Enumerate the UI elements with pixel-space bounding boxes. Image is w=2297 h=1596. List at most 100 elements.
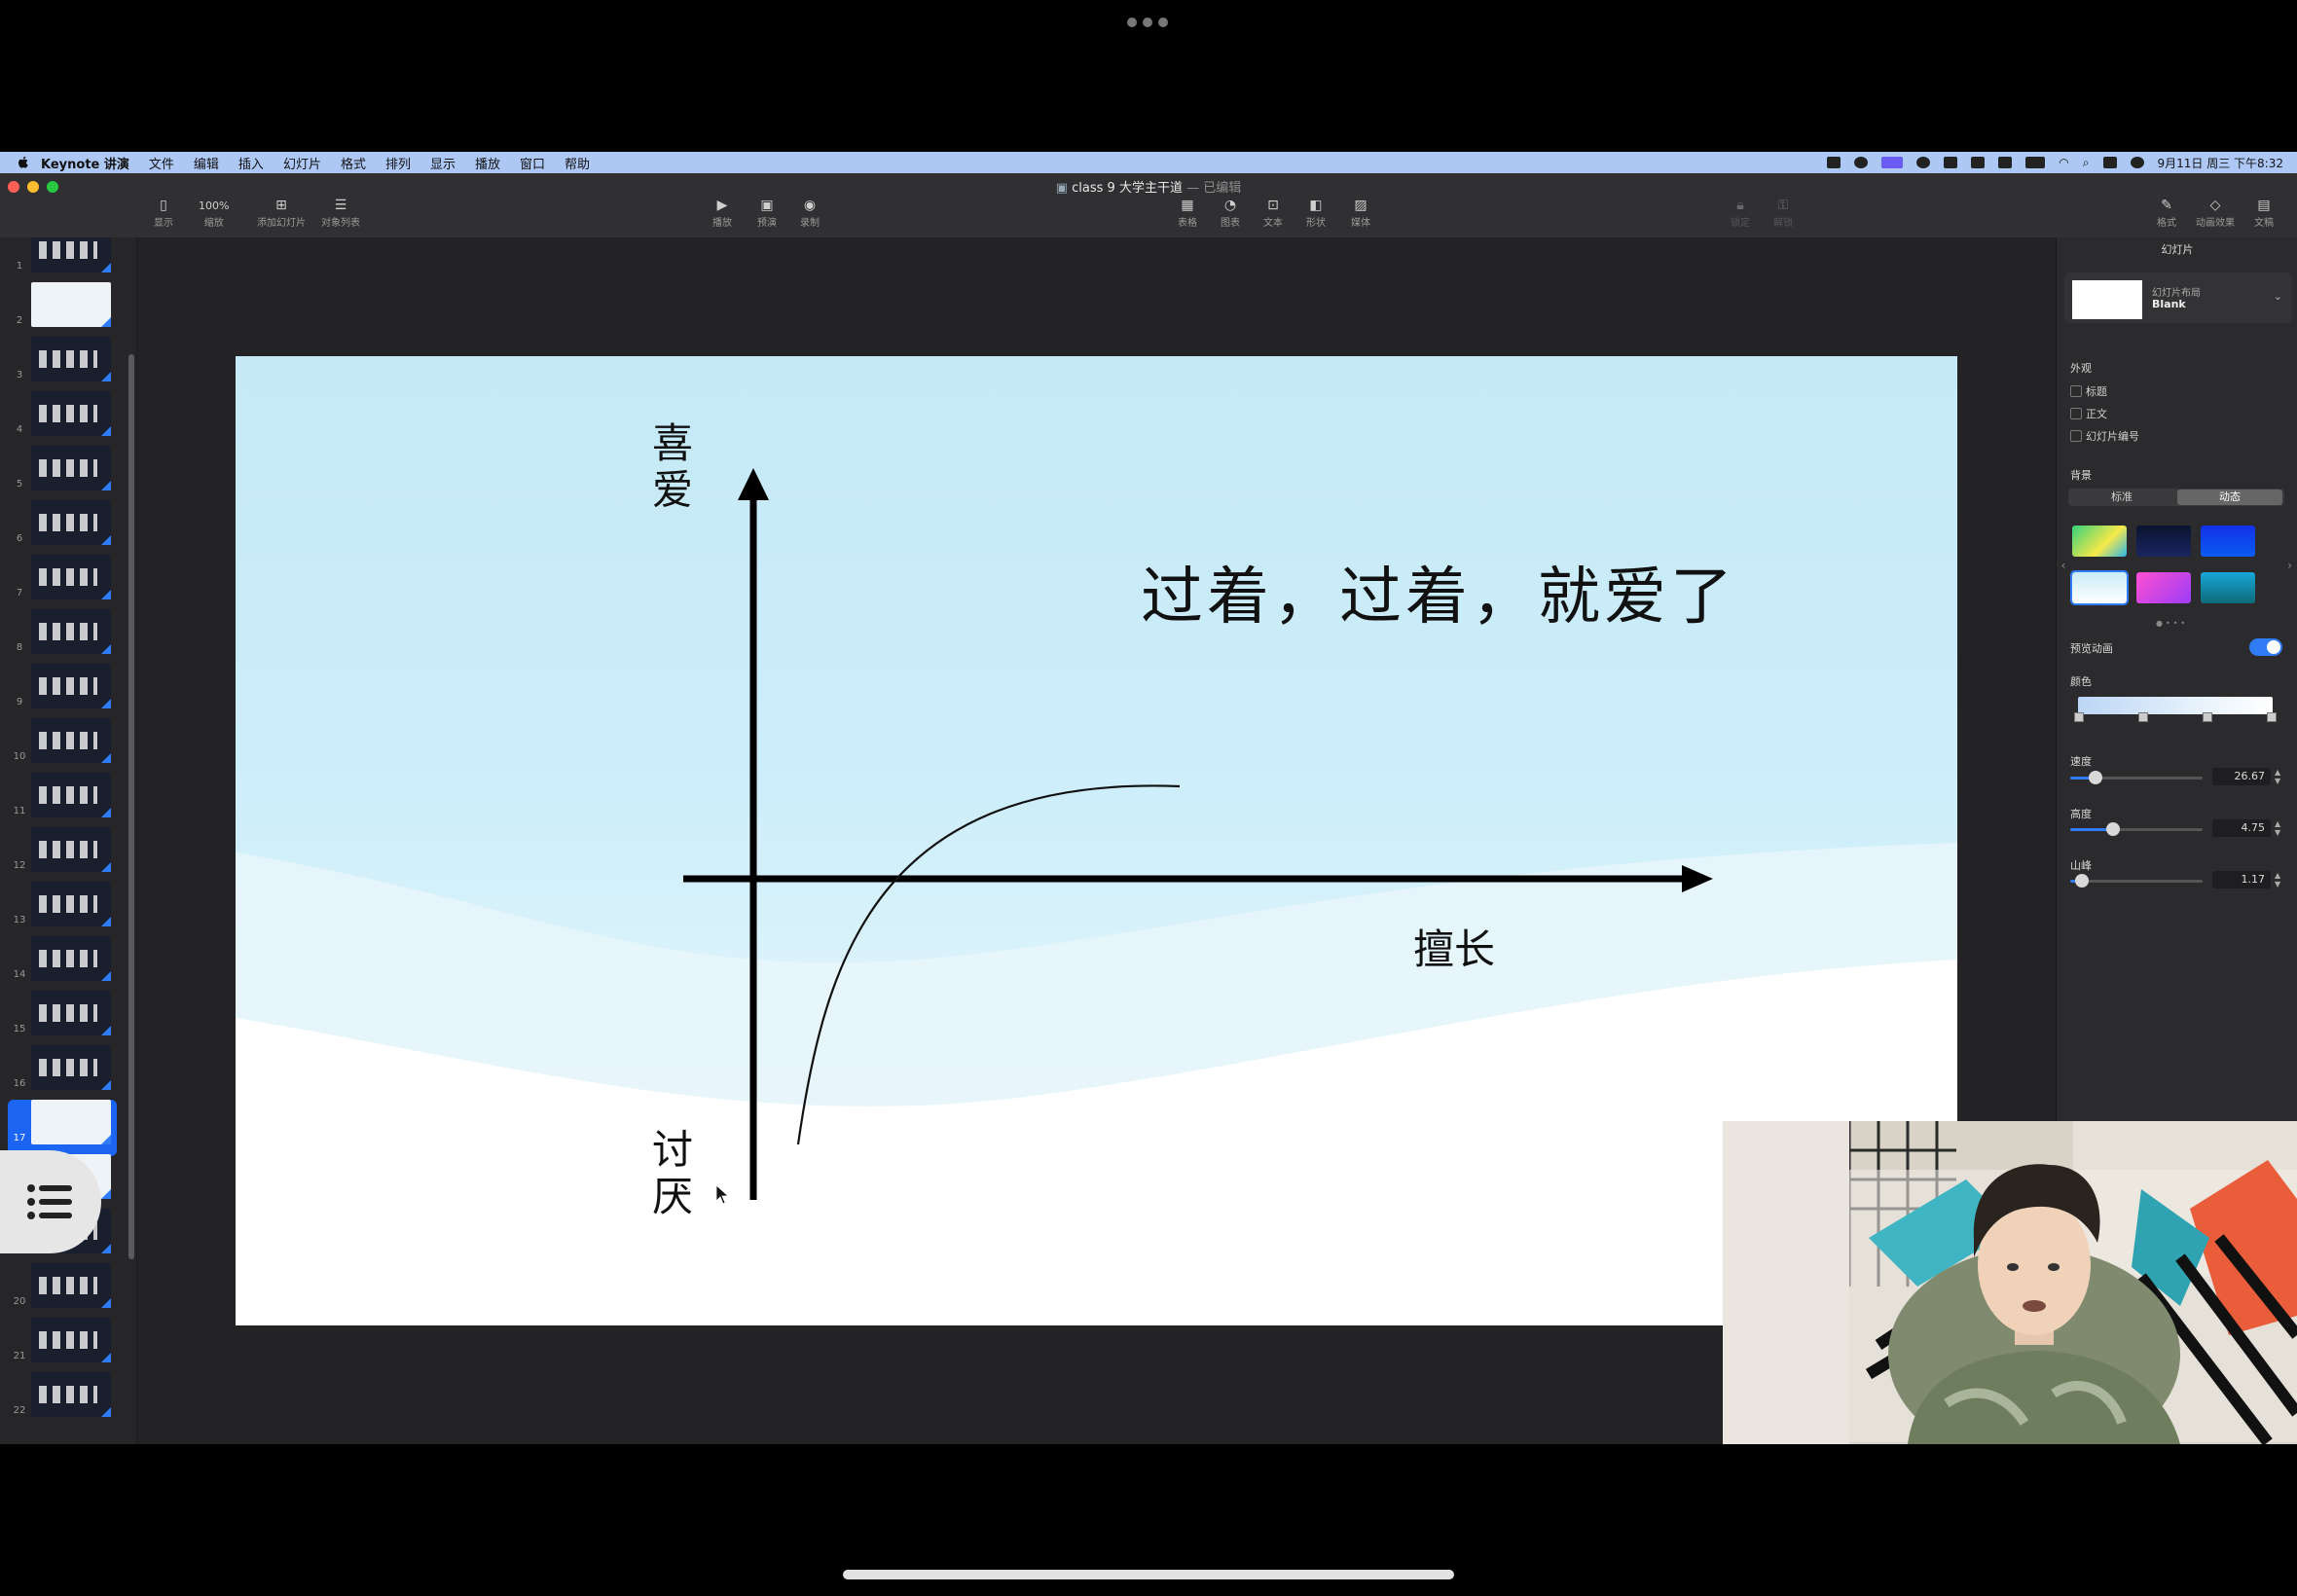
menu-window[interactable]: 窗口 bbox=[520, 154, 545, 172]
color-gradient-bar[interactable] bbox=[2078, 697, 2273, 714]
slide-navigator[interactable]: 12345678910111213141516171819202122 bbox=[0, 237, 137, 1444]
peak-value[interactable]: 1.17 bbox=[2212, 871, 2271, 889]
menu-edit[interactable]: 编辑 bbox=[194, 154, 219, 172]
play-button[interactable]: ▶ 播放 bbox=[712, 197, 732, 229]
slide-thumbnail-8[interactable] bbox=[31, 609, 111, 654]
segment-standard[interactable]: 标准 bbox=[2068, 489, 2175, 506]
animate-button[interactable]: ◇ 动画效果 bbox=[2196, 197, 2235, 229]
title-checkbox[interactable] bbox=[2070, 385, 2082, 397]
table-button[interactable]: ▦ 表格 bbox=[1178, 197, 1197, 229]
shape-button[interactable]: ◧ 形状 bbox=[1306, 197, 1326, 229]
control-center-icon[interactable] bbox=[2102, 157, 2117, 168]
swatch-page-dots[interactable]: ●••• bbox=[2156, 619, 2188, 628]
document-button[interactable]: ▤ 文稿 bbox=[2254, 197, 2274, 229]
slide-thumbnail-15[interactable] bbox=[31, 991, 111, 1035]
menu-help[interactable]: 帮助 bbox=[565, 154, 590, 172]
notification-icon[interactable] bbox=[1944, 157, 1958, 168]
swatch-dark-navy[interactable] bbox=[2136, 526, 2191, 557]
slide-thumbnail-5[interactable] bbox=[31, 446, 111, 490]
slide-thumbnail-10[interactable] bbox=[31, 718, 111, 763]
slide-thumbnail-4[interactable] bbox=[31, 391, 111, 436]
text-button[interactable]: ⊡ 文本 bbox=[1263, 197, 1283, 229]
height-stepper-icon[interactable]: ▲ ▼ bbox=[2275, 819, 2284, 837]
unlock-button[interactable]: ⚿ 解锁 bbox=[1773, 197, 1793, 229]
menu-view[interactable]: 显示 bbox=[430, 154, 456, 172]
siri-icon[interactable] bbox=[2130, 157, 2144, 168]
peak-slider-knob[interactable] bbox=[2075, 874, 2090, 888]
color-stop-1[interactable] bbox=[2074, 712, 2084, 722]
peak-slider[interactable] bbox=[2070, 874, 2203, 888]
preview-animation-toggle[interactable] bbox=[2249, 638, 2282, 656]
screen-mirror-icon[interactable] bbox=[1881, 157, 1904, 168]
chart-button[interactable]: ◔ 图表 bbox=[1221, 197, 1240, 229]
slide-number-checkbox[interactable] bbox=[2070, 430, 2082, 442]
battery-icon[interactable] bbox=[2025, 157, 2046, 168]
layout-selector[interactable]: 幻灯片布局 Blank ⌄ bbox=[2064, 272, 2292, 323]
slide-thumbnail-16[interactable] bbox=[31, 1045, 111, 1090]
slide-thumbnail-12[interactable] bbox=[31, 827, 111, 872]
height-value[interactable]: 4.75 bbox=[2212, 819, 2271, 837]
wechat-status-icon[interactable] bbox=[1827, 157, 1841, 168]
slide-17[interactable]: 喜爱 讨厌 擅长 过着，过着，就爱了 bbox=[236, 356, 1957, 1325]
menu-arrange[interactable]: 排列 bbox=[385, 154, 411, 172]
multitask-dots[interactable] bbox=[1127, 18, 1172, 29]
slide-thumbnail-3[interactable] bbox=[31, 337, 111, 381]
search-icon[interactable]: ⌕ bbox=[2083, 156, 2090, 170]
slide-thumbnail-14[interactable] bbox=[31, 936, 111, 981]
format-button[interactable]: ✎ 格式 bbox=[2157, 197, 2176, 229]
slide-thumbnail-20[interactable] bbox=[31, 1263, 111, 1308]
slide-thumbnail-22[interactable] bbox=[31, 1372, 111, 1417]
swatch-sky-selected[interactable] bbox=[2070, 570, 2129, 605]
slide-thumbnail-1[interactable] bbox=[31, 237, 111, 272]
floating-list-button[interactable] bbox=[0, 1150, 101, 1253]
menu-slide[interactable]: 幻灯片 bbox=[283, 154, 321, 172]
lock-button[interactable]: 🔒︎ 锁定 bbox=[1731, 197, 1750, 229]
view-button[interactable]: ▯ 显示 bbox=[154, 197, 173, 229]
speed-slider[interactable] bbox=[2070, 771, 2203, 784]
rehearse-button[interactable]: ▣ 预演 bbox=[757, 197, 777, 229]
speed-value[interactable]: 26.67 bbox=[2212, 768, 2271, 785]
color-stop-2[interactable] bbox=[2138, 712, 2148, 722]
height-slider-knob[interactable] bbox=[2105, 822, 2120, 836]
color-stop-4[interactable] bbox=[2267, 712, 2277, 722]
segment-dynamic[interactable]: 动态 bbox=[2177, 490, 2282, 505]
swatch-blue[interactable] bbox=[2201, 526, 2255, 557]
object-list-button[interactable]: ☰ 对象列表 bbox=[321, 197, 360, 229]
swatch-teal-wave[interactable] bbox=[2201, 572, 2255, 603]
speed-stepper-icon[interactable]: ▲ ▼ bbox=[2275, 768, 2284, 785]
slide-thumbnail-2[interactable] bbox=[31, 282, 111, 327]
play-circle-icon[interactable] bbox=[1916, 157, 1931, 168]
pinned-app-icon[interactable] bbox=[1854, 157, 1869, 168]
slide-thumbnail-7[interactable] bbox=[31, 555, 111, 599]
menu-play[interactable]: 播放 bbox=[475, 154, 500, 172]
zoom-dropdown[interactable]: 100% 缩放 bbox=[199, 197, 229, 230]
body-checkbox[interactable] bbox=[2070, 408, 2082, 419]
slide-thumbnail-13[interactable] bbox=[31, 882, 111, 926]
menu-file[interactable]: 文件 bbox=[149, 154, 174, 172]
record-button[interactable]: ◉ 录制 bbox=[800, 197, 820, 229]
swatch-magenta[interactable] bbox=[2136, 572, 2191, 603]
media-button[interactable]: ▨ 媒体 bbox=[1351, 197, 1370, 229]
peak-stepper-icon[interactable]: ▲ ▼ bbox=[2275, 871, 2284, 889]
swatch-prev-icon[interactable]: ‹ bbox=[2057, 559, 2070, 572]
color-stop-3[interactable] bbox=[2203, 712, 2212, 722]
menu-app-name[interactable]: Keynote 讲演 bbox=[41, 154, 129, 172]
slide-thumbnail-11[interactable] bbox=[31, 773, 111, 817]
menu-datetime[interactable]: 9月11日 周三 下午8:32 bbox=[2158, 155, 2283, 171]
slide-thumbnail-9[interactable] bbox=[31, 664, 111, 708]
home-indicator[interactable] bbox=[843, 1570, 1454, 1579]
swatch-gradient-green[interactable] bbox=[2072, 526, 2127, 557]
slide-thumbnail-17[interactable] bbox=[31, 1100, 111, 1144]
apple-icon[interactable] bbox=[16, 155, 31, 170]
slide-thumbnail-21[interactable] bbox=[31, 1318, 111, 1362]
add-slide-button[interactable]: ⊞ 添加幻灯片 bbox=[257, 197, 306, 229]
menu-format[interactable]: 格式 bbox=[341, 154, 366, 172]
wifi-icon[interactable]: ◠ bbox=[2059, 156, 2068, 169]
grid-icon[interactable] bbox=[1971, 157, 1986, 168]
height-slider[interactable] bbox=[2070, 822, 2203, 836]
menu-insert[interactable]: 插入 bbox=[238, 154, 264, 172]
document-icon[interactable] bbox=[1998, 157, 2013, 168]
slide-thumbnail-6[interactable] bbox=[31, 500, 111, 545]
swatch-next-icon[interactable]: › bbox=[2287, 559, 2292, 572]
navigator-scrollbar[interactable] bbox=[128, 354, 134, 1259]
